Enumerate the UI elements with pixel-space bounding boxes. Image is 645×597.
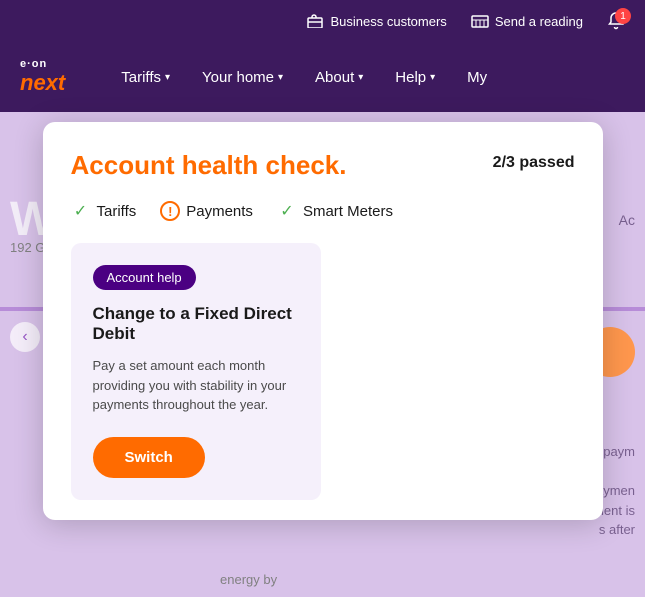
about-chevron-icon: ▾ [358, 72, 363, 83]
nav-my-label: My [467, 69, 487, 86]
business-customers-label: Business customers [330, 14, 446, 29]
nav-about[interactable]: About ▾ [299, 42, 379, 112]
card-description: Pay a set amount each month providing yo… [93, 356, 299, 415]
nav-tariffs-label: Tariffs [121, 69, 161, 86]
nav-your-home[interactable]: Your home ▾ [186, 42, 299, 112]
tariffs-check-icon: ✓ [71, 201, 91, 221]
modal-overlay: Account health check. 2/3 passed ✓ Tarif… [0, 112, 645, 597]
notification-badge: 1 [615, 8, 631, 24]
check-payments: ! Payments [160, 201, 253, 221]
send-reading-label: Send a reading [495, 14, 583, 29]
check-tariffs: ✓ Tariffs [71, 201, 137, 221]
nav-my[interactable]: My [451, 42, 503, 112]
your-home-chevron-icon: ▾ [278, 72, 283, 83]
modal-header: Account health check. 2/3 passed [71, 150, 575, 181]
payments-warning-icon: ! [160, 201, 180, 221]
check-items-row: ✓ Tariffs ! Payments ✓ Smart Meters [71, 201, 575, 221]
send-reading-link[interactable]: Send a reading [471, 12, 583, 30]
card-badge: Account help [93, 265, 196, 290]
smart-meters-check-icon: ✓ [277, 201, 297, 221]
card-title: Change to a Fixed Direct Debit [93, 304, 299, 344]
nav-help-label: Help [395, 69, 426, 86]
notifications-button[interactable]: 1 [607, 12, 625, 30]
business-customers-link[interactable]: Business customers [306, 12, 446, 30]
modal-title: Account health check. [71, 150, 347, 181]
check-payments-label: Payments [186, 203, 253, 220]
check-smart-meters: ✓ Smart Meters [277, 201, 393, 221]
nav-help[interactable]: Help ▾ [379, 42, 451, 112]
top-bar: Business customers Send a reading 1 [0, 0, 645, 42]
modal-score: 2/3 passed [493, 154, 575, 172]
switch-button[interactable]: Switch [93, 437, 205, 478]
nav-bar: e·on next Tariffs ▾ Your home ▾ About ▾ … [0, 42, 645, 112]
logo[interactable]: e·on next [20, 58, 65, 96]
check-smart-meters-label: Smart Meters [303, 203, 393, 220]
nav-about-label: About [315, 69, 354, 86]
logo-eon-text: e·on [20, 58, 65, 70]
nav-your-home-label: Your home [202, 69, 274, 86]
meter-icon [471, 12, 489, 30]
nav-items: Tariffs ▾ Your home ▾ About ▾ Help ▾ My [105, 42, 625, 112]
nav-tariffs[interactable]: Tariffs ▾ [105, 42, 186, 112]
briefcase-icon [306, 12, 324, 30]
help-chevron-icon: ▾ [430, 72, 435, 83]
logo-next-text: next [20, 70, 65, 96]
health-check-modal: Account health check. 2/3 passed ✓ Tarif… [43, 122, 603, 520]
account-help-card: Account help Change to a Fixed Direct De… [71, 243, 321, 500]
tariffs-chevron-icon: ▾ [165, 72, 170, 83]
check-tariffs-label: Tariffs [97, 203, 137, 220]
